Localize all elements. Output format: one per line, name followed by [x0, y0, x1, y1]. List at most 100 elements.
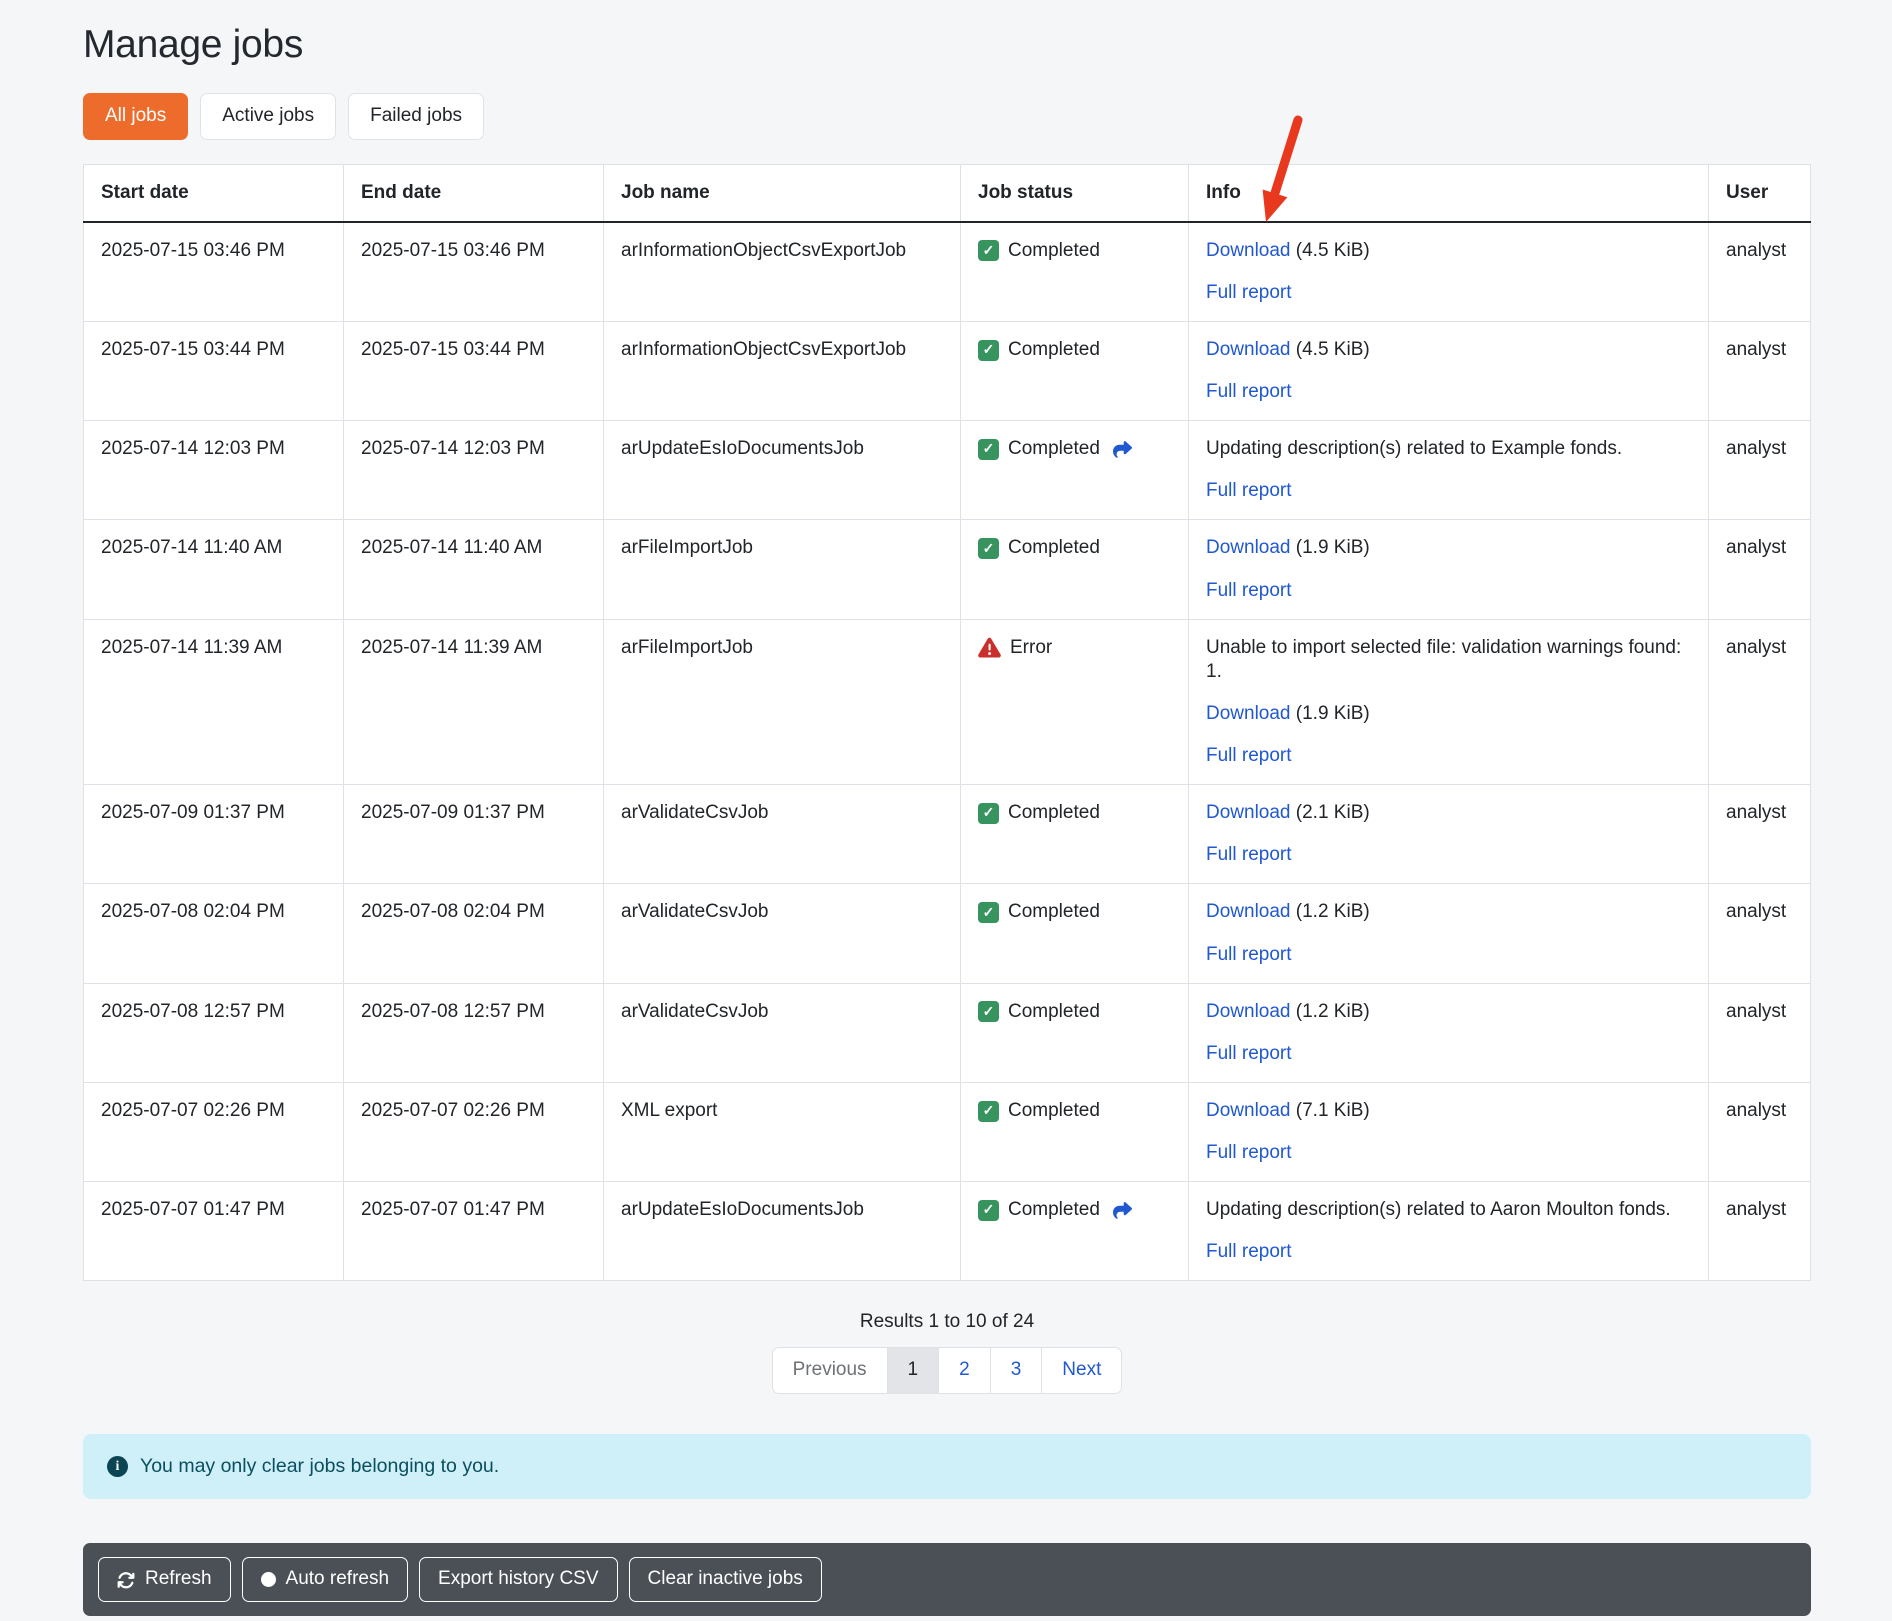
- job-name-cell: arInformationObjectCsvExportJob: [604, 222, 961, 322]
- status-completed-check-icon: ✓: [978, 439, 999, 460]
- info-alert: i You may only clear jobs belonging to y…: [83, 1434, 1811, 1499]
- auto-refresh-button-label: Auto refresh: [286, 1568, 390, 1591]
- job-name-cell: arFileImportJob: [604, 619, 961, 785]
- full-report-link[interactable]: Full report: [1206, 480, 1292, 501]
- user-cell: analyst: [1709, 619, 1811, 785]
- clear-inactive-jobs-button-label: Clear inactive jobs: [648, 1568, 803, 1591]
- column-header-job-status: Job status: [961, 164, 1189, 222]
- start-date-cell: 2025-07-08 02:04 PM: [84, 884, 344, 983]
- status-label: Completed: [1008, 239, 1100, 263]
- start-date-cell: 2025-07-15 03:46 PM: [84, 222, 344, 322]
- job-status-cell: ✓ Completed: [978, 1000, 1171, 1024]
- status-completed-check-icon: ✓: [978, 538, 999, 559]
- user-cell: analyst: [1709, 222, 1811, 322]
- table-row: 2025-07-09 01:37 PM 2025-07-09 01:37 PM …: [84, 785, 1811, 884]
- export-history-csv-button[interactable]: Export history CSV: [419, 1557, 618, 1602]
- manage-jobs-page: Manage jobs All jobs Active jobs Failed …: [0, 0, 1892, 1616]
- share-arrow-icon[interactable]: [1112, 1201, 1133, 1220]
- table-row: 2025-07-14 11:40 AM 2025-07-14 11:40 AM …: [84, 520, 1811, 619]
- job-name-cell: arUpdateEsIoDocumentsJob: [604, 421, 961, 520]
- table-row: 2025-07-07 02:26 PM 2025-07-07 02:26 PM …: [84, 1082, 1811, 1181]
- pagination-page-1[interactable]: 1: [887, 1348, 939, 1393]
- job-filter-group: All jobs Active jobs Failed jobs: [83, 93, 1811, 140]
- info-message: Unable to import selected file: validati…: [1206, 636, 1691, 684]
- user-cell: analyst: [1709, 884, 1811, 983]
- pagination-previous[interactable]: Previous: [773, 1348, 887, 1393]
- full-report-link[interactable]: Full report: [1206, 381, 1292, 402]
- start-date-cell: 2025-07-14 11:40 AM: [84, 520, 344, 619]
- start-date-cell: 2025-07-14 12:03 PM: [84, 421, 344, 520]
- download-size: (1.2 KiB): [1291, 1001, 1370, 1022]
- full-report-link[interactable]: Full report: [1206, 844, 1292, 865]
- refresh-button[interactable]: Refresh: [98, 1557, 231, 1602]
- info-message: Updating description(s) related to Aaron…: [1206, 1198, 1691, 1222]
- status-label: Completed: [1008, 437, 1100, 461]
- user-cell: analyst: [1709, 321, 1811, 420]
- job-name-cell: arUpdateEsIoDocumentsJob: [604, 1182, 961, 1281]
- pagination-next[interactable]: Next: [1041, 1348, 1121, 1393]
- status-label: Completed: [1008, 801, 1100, 825]
- status-label: Completed: [1008, 338, 1100, 362]
- download-link[interactable]: Download: [1206, 537, 1291, 558]
- auto-refresh-button[interactable]: Auto refresh: [242, 1557, 409, 1602]
- download-link[interactable]: Download: [1206, 1100, 1291, 1121]
- download-size: (1.9 KiB): [1291, 703, 1370, 724]
- pagination: Previous 1 2 3 Next: [772, 1347, 1123, 1394]
- download-link[interactable]: Download: [1206, 901, 1291, 922]
- results-count-text: Results 1 to 10 of 24: [83, 1311, 1811, 1333]
- pagination-page-2[interactable]: 2: [938, 1348, 990, 1393]
- jobs-table-header: Start date End date Job name Job status …: [84, 164, 1811, 222]
- end-date-cell: 2025-07-08 12:57 PM: [344, 983, 604, 1082]
- user-cell: analyst: [1709, 1182, 1811, 1281]
- user-cell: analyst: [1709, 421, 1811, 520]
- download-link[interactable]: Download: [1206, 703, 1291, 724]
- job-status-cell: ✓ Completed: [978, 536, 1171, 560]
- full-report-link[interactable]: Full report: [1206, 944, 1292, 965]
- full-report-link[interactable]: Full report: [1206, 1043, 1292, 1064]
- full-report-link[interactable]: Full report: [1206, 282, 1292, 303]
- filter-failed-jobs-button[interactable]: Failed jobs: [348, 93, 484, 140]
- info-message: Updating description(s) related to Examp…: [1206, 437, 1691, 461]
- download-size: (7.1 KiB): [1291, 1100, 1370, 1121]
- table-row: 2025-07-07 01:47 PM 2025-07-07 01:47 PM …: [84, 1182, 1811, 1281]
- filter-active-jobs-button[interactable]: Active jobs: [200, 93, 336, 140]
- user-cell: analyst: [1709, 983, 1811, 1082]
- status-completed-check-icon: ✓: [978, 340, 999, 361]
- job-status-cell: ✓ Completed: [978, 900, 1171, 924]
- download-link[interactable]: Download: [1206, 1001, 1291, 1022]
- full-report-link[interactable]: Full report: [1206, 745, 1292, 766]
- column-header-user: User: [1709, 164, 1811, 222]
- full-report-link[interactable]: Full report: [1206, 580, 1292, 601]
- download-link[interactable]: Download: [1206, 240, 1291, 261]
- end-date-cell: 2025-07-08 02:04 PM: [344, 884, 604, 983]
- share-arrow-icon[interactable]: [1112, 440, 1133, 459]
- job-status-cell: Error: [978, 636, 1171, 660]
- download-size: (4.5 KiB): [1291, 339, 1370, 360]
- start-date-cell: 2025-07-07 01:47 PM: [84, 1182, 344, 1281]
- status-label: Completed: [1008, 900, 1100, 924]
- status-completed-check-icon: ✓: [978, 902, 999, 923]
- start-date-cell: 2025-07-14 11:39 AM: [84, 619, 344, 785]
- filter-all-jobs-button[interactable]: All jobs: [83, 93, 188, 140]
- pagination-page-3[interactable]: 3: [990, 1348, 1042, 1393]
- info-download-line: Download (1.9 KiB): [1206, 536, 1691, 560]
- job-status-cell: ✓ Completed: [978, 1198, 1171, 1222]
- table-row: 2025-07-08 02:04 PM 2025-07-08 02:04 PM …: [84, 884, 1811, 983]
- status-completed-check-icon: ✓: [978, 803, 999, 824]
- info-download-line: Download (2.1 KiB): [1206, 801, 1691, 825]
- job-name-cell: arValidateCsvJob: [604, 983, 961, 1082]
- end-date-cell: 2025-07-09 01:37 PM: [344, 785, 604, 884]
- user-cell: analyst: [1709, 520, 1811, 619]
- table-row: 2025-07-15 03:44 PM 2025-07-15 03:44 PM …: [84, 321, 1811, 420]
- clear-inactive-jobs-button[interactable]: Clear inactive jobs: [629, 1557, 822, 1602]
- table-row: 2025-07-14 11:39 AM 2025-07-14 11:39 AM …: [84, 619, 1811, 785]
- download-link[interactable]: Download: [1206, 802, 1291, 823]
- status-label: Completed: [1008, 1000, 1100, 1024]
- download-link[interactable]: Download: [1206, 339, 1291, 360]
- end-date-cell: 2025-07-07 01:47 PM: [344, 1182, 604, 1281]
- job-status-cell: ✓ Completed: [978, 338, 1171, 362]
- full-report-link[interactable]: Full report: [1206, 1142, 1292, 1163]
- full-report-link[interactable]: Full report: [1206, 1241, 1292, 1262]
- end-date-cell: 2025-07-15 03:44 PM: [344, 321, 604, 420]
- table-row: 2025-07-14 12:03 PM 2025-07-14 12:03 PM …: [84, 421, 1811, 520]
